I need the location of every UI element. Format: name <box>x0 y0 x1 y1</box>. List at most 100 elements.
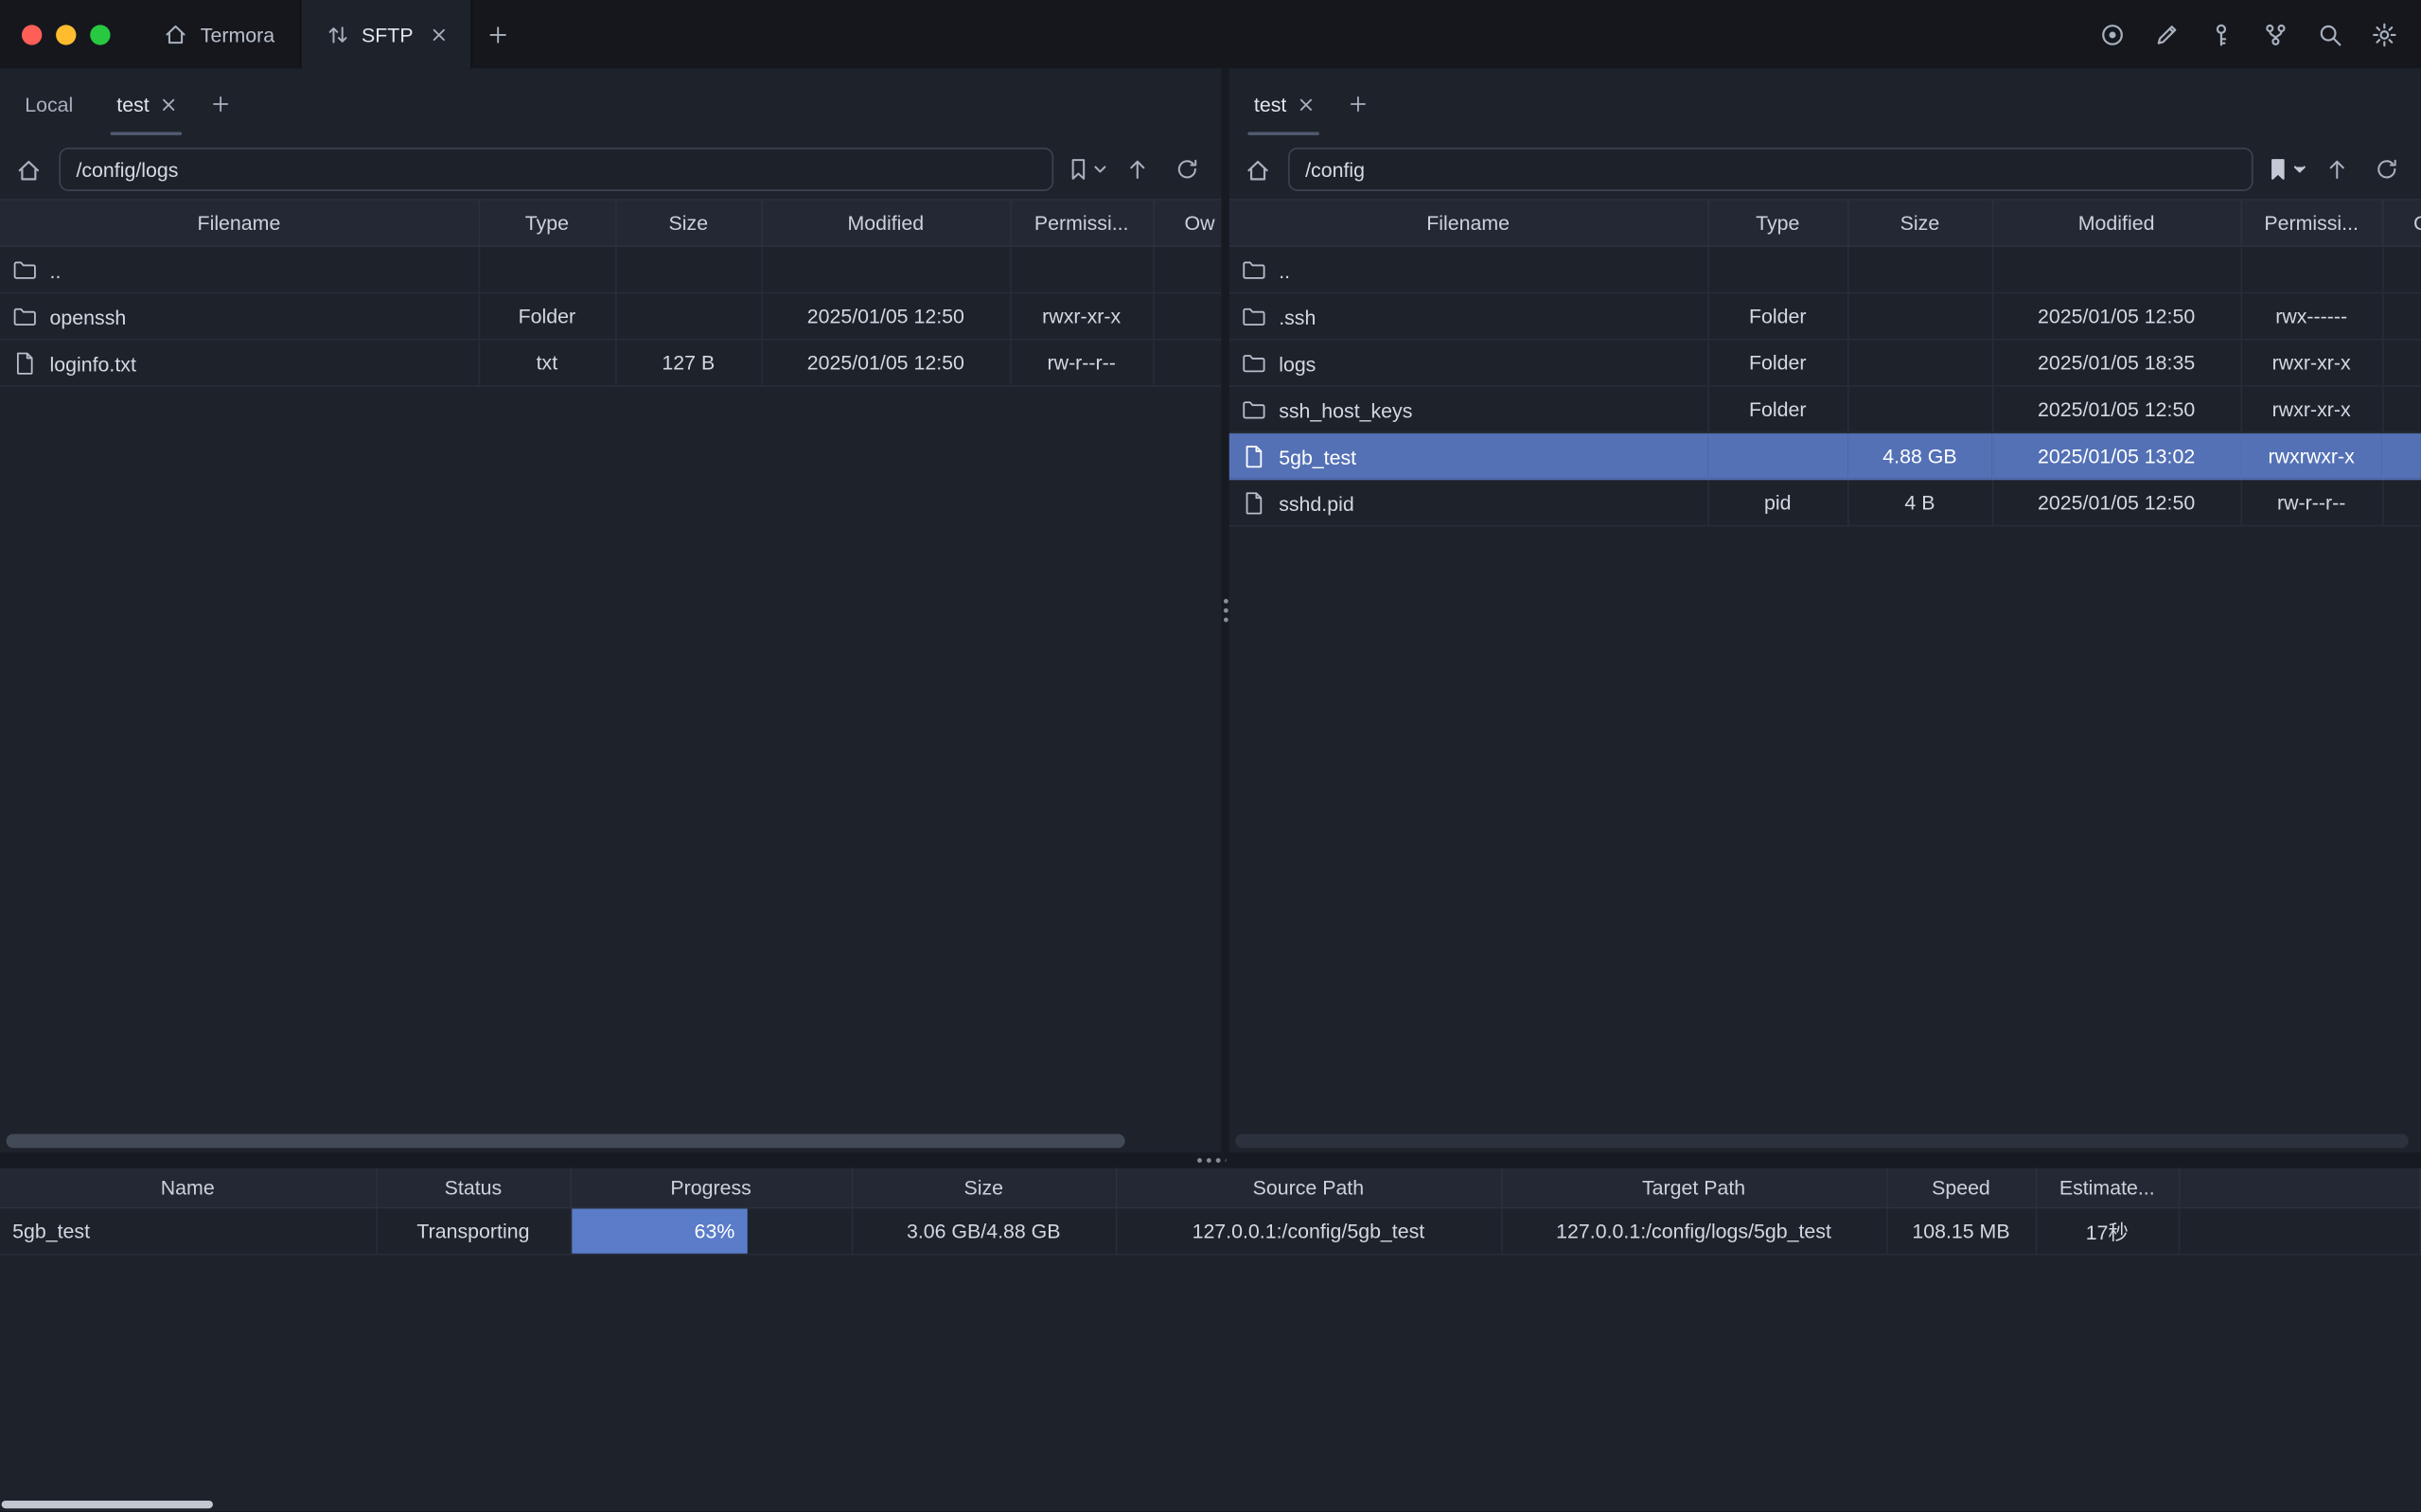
column-header-ow[interactable]: Ow <box>2382 200 2421 246</box>
file-row[interactable]: ssh_host_keysFolder2025/01/05 12:50rwxr-… <box>1229 386 2421 432</box>
parent-directory-button-left[interactable] <box>1119 150 1156 187</box>
cell-owner <box>2382 479 2421 525</box>
connections-button[interactable] <box>2259 19 2290 50</box>
filename-label: loginfo.txt <box>50 352 136 376</box>
home-button-left[interactable] <box>9 150 46 187</box>
cell-owner <box>2382 246 2421 292</box>
tab-sftp[interactable]: SFTP <box>299 0 472 68</box>
file-row[interactable]: 5gb_test4.88 GB2025/01/05 13:02rwxrwxr-x <box>1229 432 2421 479</box>
splitter-grip[interactable] <box>1222 596 1228 624</box>
scrollbar-thumb[interactable] <box>7 1134 1125 1149</box>
transfer-row[interactable]: 5gb_testTransporting63%3.06 GB/4.88 GB12… <box>0 1207 2420 1254</box>
close-sftp-tab-button[interactable] <box>432 23 446 46</box>
file-row[interactable]: loginfo.txttxt127 B2025/01/05 12:50rw-r-… <box>0 340 1221 386</box>
close-tab-button[interactable] <box>1299 97 1313 112</box>
horizontal-scrollbar-right[interactable] <box>1235 1134 2409 1149</box>
bookmark-split-button-left[interactable] <box>1066 157 1106 182</box>
chevron-down-icon <box>2293 163 2306 175</box>
refresh-button-right[interactable] <box>2368 150 2405 187</box>
column-header-speed[interactable]: Speed <box>1886 1169 2036 1207</box>
branch-icon <box>2262 21 2288 47</box>
cell-name: sshd.pid <box>1229 479 1708 525</box>
tab-test-right[interactable]: test <box>1232 68 1334 140</box>
file-row[interactable]: .sshFolder2025/01/05 12:50rwx------ <box>1229 292 2421 339</box>
column-header-permissi[interactable]: Permissi... <box>2240 200 2381 246</box>
add-connection-tab-button-left[interactable] <box>198 68 244 140</box>
cell-permissions: rw-r--r-- <box>2240 479 2381 525</box>
column-header-size[interactable]: Size <box>852 1169 1116 1207</box>
plus-icon <box>210 94 232 115</box>
file-row[interactable]: .. <box>0 246 1221 292</box>
progress-label: 63% <box>695 1219 735 1242</box>
transfer-panel-splitter[interactable] <box>0 1152 2421 1168</box>
column-header-progress[interactable]: Progress <box>571 1169 852 1207</box>
column-header-name[interactable]: Name <box>0 1169 376 1207</box>
sftp-split-view: Local test <box>0 68 2421 1152</box>
filename-label: sshd.pid <box>1279 492 1353 516</box>
horizontal-scrollbar-left[interactable] <box>7 1134 1210 1149</box>
path-input-right[interactable] <box>1288 148 2253 191</box>
close-window-button[interactable] <box>22 24 42 44</box>
add-connection-tab-button-right[interactable] <box>1334 68 1381 140</box>
column-header-size[interactable]: Size <box>1847 200 1992 246</box>
settings-gear-icon <box>2371 21 2397 47</box>
column-header-type[interactable]: Type <box>1707 200 1847 246</box>
cell-owner <box>2382 292 2421 339</box>
key-icon <box>2207 21 2234 47</box>
column-header-type[interactable]: Type <box>479 200 615 246</box>
column-header-filename[interactable]: Filename <box>0 200 479 246</box>
path-input-left[interactable] <box>59 148 1053 191</box>
column-header-ow[interactable]: Ow <box>1153 200 1221 246</box>
file-row[interactable]: opensshFolder2025/01/05 12:50rwxr-xr-x <box>0 292 1221 339</box>
maximize-window-button[interactable] <box>90 24 110 44</box>
file-row[interactable]: logsFolder2025/01/05 18:35rwxr-xr-x <box>1229 340 2421 386</box>
parent-directory-button-right[interactable] <box>2319 150 2356 187</box>
filename-label: 5gb_test <box>1279 445 1356 468</box>
left-file-list: FilenameTypeSizeModifiedPermissi...Ow ..… <box>0 199 1221 1152</box>
bookmark-split-button-right[interactable] <box>2266 157 2306 182</box>
file-row[interactable]: .. <box>1229 246 2421 292</box>
cell-size: 127 B <box>615 340 761 386</box>
column-header-status[interactable]: Status <box>376 1169 570 1207</box>
column-header-source-path[interactable]: Source Path <box>1116 1169 1501 1207</box>
settings-button[interactable] <box>2368 19 2399 50</box>
column-header-modified[interactable]: Modified <box>761 200 1010 246</box>
scrollbar-thumb[interactable] <box>1235 1134 2409 1149</box>
pane-splitter[interactable] <box>1221 68 1228 1152</box>
column-header-estimate[interactable]: Estimate... <box>2036 1169 2179 1207</box>
arrow-up-icon <box>2324 157 2349 182</box>
cell-size <box>1847 246 1992 292</box>
sftp-tab-label: SFTP <box>362 23 414 46</box>
cell-source-path: 127.0.0.1:/config/5gb_test <box>1116 1207 1501 1254</box>
tab-local[interactable]: Local <box>3 68 95 140</box>
new-terminal-tab-button[interactable] <box>472 0 525 68</box>
refresh-button-left[interactable] <box>1169 150 1206 187</box>
keys-button[interactable] <box>2205 19 2236 50</box>
cell-owner <box>2382 340 2421 386</box>
cell-size: 3.06 GB/4.88 GB <box>852 1207 1116 1254</box>
cell-owner <box>2382 432 2421 479</box>
transfer-scrollbar-thumb[interactable] <box>2 1501 213 1508</box>
home-button-right[interactable] <box>1239 150 1276 187</box>
minimize-window-button[interactable] <box>56 24 76 44</box>
splitter-grip[interactable] <box>1195 1157 1227 1164</box>
cell-type: Folder <box>1707 340 1847 386</box>
cell-size <box>1847 340 1992 386</box>
right-file-pane: test <box>1229 68 2421 1152</box>
column-header-target-path[interactable]: Target Path <box>1501 1169 1886 1207</box>
column-header-size[interactable]: Size <box>615 200 761 246</box>
column-header-modified[interactable]: Modified <box>1992 200 2241 246</box>
edit-button[interactable] <box>2150 19 2182 50</box>
file-row[interactable]: sshd.pidpid4 B2025/01/05 12:50rw-r--r-- <box>1229 479 2421 525</box>
cell-modified <box>1992 246 2241 292</box>
folder-icon <box>1242 350 1266 375</box>
close-tab-button[interactable] <box>162 97 176 112</box>
search-button[interactable] <box>2314 19 2345 50</box>
filename-label: ssh_host_keys <box>1279 398 1412 422</box>
cell-modified: 2025/01/05 12:50 <box>761 340 1010 386</box>
column-header-permissi[interactable]: Permissi... <box>1010 200 1153 246</box>
tab-test-left[interactable]: test <box>95 68 197 140</box>
column-header-filename[interactable]: Filename <box>1229 200 1708 246</box>
tab-termora[interactable]: Termora <box>138 0 299 68</box>
record-button[interactable] <box>2096 19 2128 50</box>
